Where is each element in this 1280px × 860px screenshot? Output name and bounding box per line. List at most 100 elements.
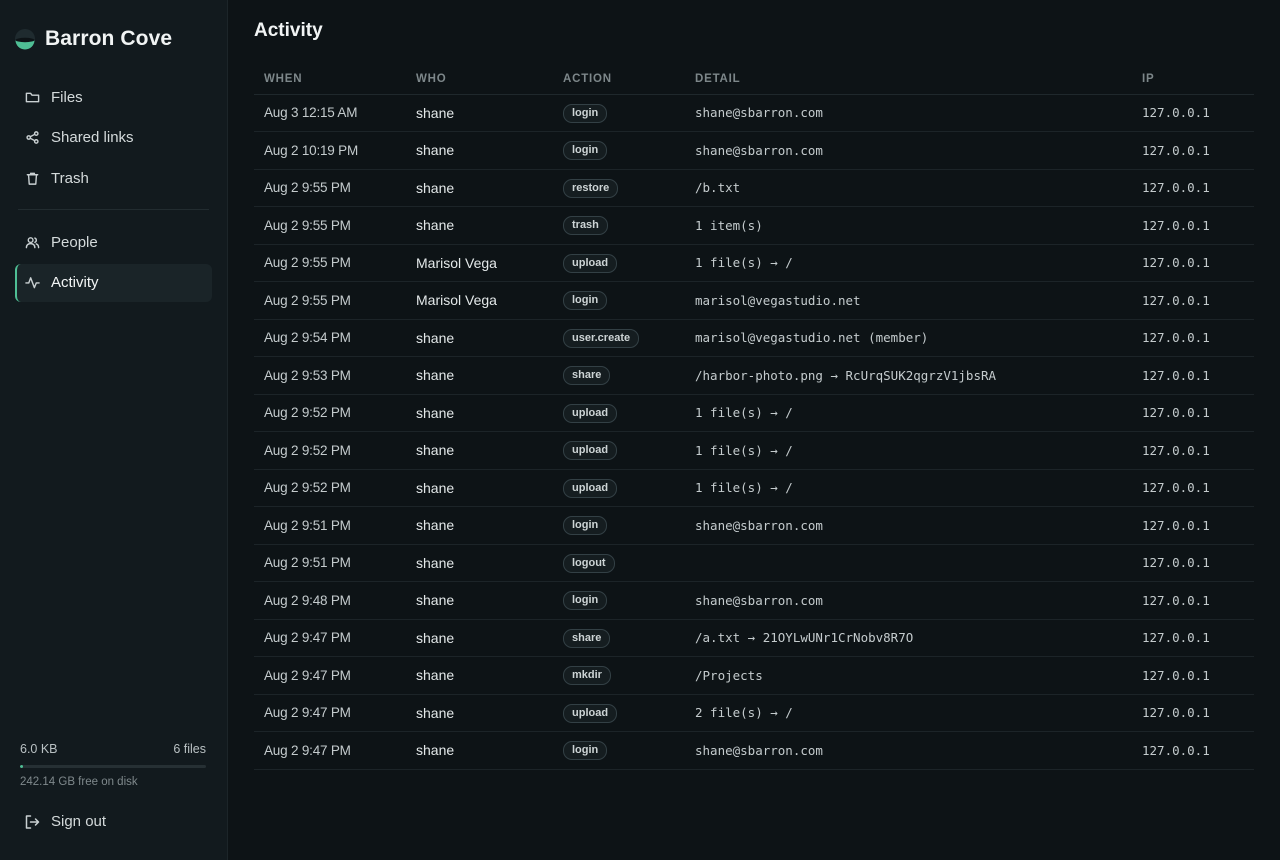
- cell-ip: 127.0.0.1: [1132, 694, 1254, 732]
- storage-summary: 6.0 KB 6 files 242.14 GB free on disk: [20, 742, 206, 788]
- column-header-when[interactable]: WHEN: [254, 64, 406, 95]
- sidebar-item-people[interactable]: People: [15, 223, 212, 261]
- cell-when: Aug 2 9:55 PM: [254, 281, 406, 320]
- cell-detail: shane@sbarron.com: [685, 581, 1132, 620]
- table-row[interactable]: Aug 2 9:52 PM shane upload 1 file(s) → /127…: [254, 431, 1254, 470]
- cell-ip: 127.0.0.1: [1132, 731, 1254, 770]
- cell-when: Aug 2 9:52 PM: [254, 469, 406, 507]
- cell-when: Aug 2 9:55 PM: [254, 206, 406, 245]
- column-header-action[interactable]: ACTION: [553, 64, 685, 95]
- action-badge: login: [563, 591, 608, 611]
- table-row[interactable]: Aug 2 9:55 PM shane restore/b.txt 127.0.0.1: [254, 169, 1254, 207]
- cell-action: login: [553, 281, 685, 320]
- cell-action: upload: [553, 394, 685, 432]
- cell-when: Aug 2 9:47 PM: [254, 694, 406, 732]
- action-badge: login: [563, 141, 608, 161]
- sign-out-button[interactable]: Sign out: [24, 813, 106, 830]
- sidebar-item-shared-links[interactable]: Shared links: [15, 119, 212, 157]
- sidebar-nav: Files Shared links Trash People Activity: [0, 78, 227, 304]
- brand[interactable]: Barron Cove: [0, 0, 227, 78]
- storage-bar-fill: [20, 765, 23, 768]
- cell-who: shane: [406, 206, 553, 245]
- table-row[interactable]: Aug 2 9:47 PM shane login shane@sbarron.com…: [254, 731, 1254, 770]
- cell-who: shane: [406, 619, 553, 657]
- sidebar-item-trash[interactable]: Trash: [15, 159, 212, 197]
- table-row[interactable]: Aug 2 10:19 PM shane login shane@sbarron.co…: [254, 131, 1254, 170]
- table-header-row: WHEN WHO ACTION DETAIL IP: [254, 64, 1254, 95]
- folder-icon: [24, 89, 40, 105]
- nav-divider: [18, 209, 209, 210]
- table-row[interactable]: Aug 2 9:48 PM shane login shane@sbarron.com…: [254, 581, 1254, 620]
- cell-detail: /b.txt: [685, 169, 1132, 207]
- cell-when: Aug 2 9:47 PM: [254, 656, 406, 695]
- table-row[interactable]: Aug 2 9:52 PM shane upload 1 file(s) → /127…: [254, 394, 1254, 432]
- table-row[interactable]: Aug 2 9:55 PM shane trash 1 item(s) 127.0.0.…: [254, 206, 1254, 245]
- sidebar-item-activity[interactable]: Activity: [15, 263, 212, 302]
- cell-detail: /Projects: [685, 656, 1132, 695]
- cell-who: shane: [406, 694, 553, 732]
- logo-icon: [15, 29, 35, 50]
- table-row[interactable]: Aug 2 9:51 PM shane logout 127.0.0.1: [254, 544, 1254, 582]
- cell-detail: shane@sbarron.com: [685, 731, 1132, 770]
- table-row[interactable]: Aug 3 12:15 AM shane login shane@sbarron.co…: [254, 94, 1254, 132]
- activity-table: WHEN WHO ACTION DETAIL IP Aug 3 12:15 AM…: [254, 64, 1254, 770]
- sign-out-label: Sign out: [51, 813, 107, 830]
- cell-when: Aug 2 9:54 PM: [254, 319, 406, 357]
- table-row[interactable]: Aug 2 9:47 PM shane upload 2 file(s) → /127…: [254, 694, 1254, 732]
- cell-action: upload: [553, 244, 685, 282]
- table-row[interactable]: Aug 2 9:51 PM shane login shane@sbarron.com…: [254, 506, 1254, 545]
- cell-action: login: [553, 94, 685, 132]
- action-badge: trash: [563, 216, 608, 236]
- storage-free: 242.14 GB free on disk: [20, 776, 138, 788]
- cell-when: Aug 2 9:53 PM: [254, 356, 406, 395]
- table-row[interactable]: Aug 2 9:55 PM Marisol Vega login marisol@ve…: [254, 281, 1254, 320]
- table-row[interactable]: Aug 2 9:55 PM Marisol Vega upload 1 file(s)…: [254, 244, 1254, 282]
- cell-action: upload: [553, 431, 685, 470]
- sidebar: Barron Cove Files Shared links Trash Peo…: [0, 0, 228, 860]
- cell-detail: /harbor-photo.png → RcUrqSUK2qgrzV1jbsRA: [685, 356, 1132, 395]
- cell-detail: /a.txt → 21OYLwUNr1CrNobv8R7O: [685, 619, 1132, 657]
- sidebar-item-files[interactable]: Files: [15, 78, 212, 116]
- table-row[interactable]: Aug 2 9:54 PM shane user.create marisol@veg…: [254, 319, 1254, 357]
- column-header-who[interactable]: WHO: [406, 64, 553, 95]
- cell-when: Aug 2 9:52 PM: [254, 394, 406, 432]
- table-row[interactable]: Aug 2 9:47 PM shane mkdir/Projects 127.0.0.…: [254, 656, 1254, 695]
- main-content: Activity WHEN WHO ACTION DETAIL IP Aug 3…: [228, 0, 1280, 860]
- table-row[interactable]: Aug 2 9:53 PM shane share/harbor-photo.png…: [254, 356, 1254, 395]
- action-badge: upload: [563, 441, 618, 461]
- cell-who: shane: [406, 169, 553, 207]
- action-badge: upload: [563, 403, 618, 423]
- cell-ip: 127.0.0.1: [1132, 94, 1254, 132]
- share-icon: [24, 130, 40, 146]
- table-row[interactable]: Aug 2 9:47 PM shane share/a.txt → 21OYLwUN…: [254, 619, 1254, 657]
- cell-detail: shane@sbarron.com: [685, 131, 1132, 170]
- cell-when: Aug 2 9:47 PM: [254, 619, 406, 657]
- cell-when: Aug 2 9:47 PM: [254, 731, 406, 770]
- action-badge: restore: [563, 178, 619, 198]
- cell-ip: 127.0.0.1: [1132, 244, 1254, 282]
- cell-when: Aug 2 10:19 PM: [254, 131, 406, 170]
- cell-detail: marisol@vegastudio.net: [685, 281, 1132, 320]
- cell-detail: 2 file(s) → /: [685, 694, 1132, 732]
- column-header-ip[interactable]: IP: [1132, 64, 1254, 95]
- cell-ip: 127.0.0.1: [1132, 619, 1254, 657]
- action-badge: mkdir: [563, 666, 611, 686]
- storage-bar: [20, 765, 206, 768]
- cell-action: logout: [553, 544, 685, 582]
- table-row[interactable]: Aug 2 9:52 PM shane upload 1 file(s) → /127…: [254, 469, 1254, 507]
- cell-who: Marisol Vega: [406, 281, 553, 320]
- cell-who: shane: [406, 581, 553, 620]
- cell-ip: 127.0.0.1: [1132, 131, 1254, 170]
- cell-action: share: [553, 619, 685, 657]
- cell-who: shane: [406, 319, 553, 357]
- cell-detail: 1 file(s) → /: [685, 244, 1132, 282]
- cell-ip: 127.0.0.1: [1132, 656, 1254, 695]
- people-icon: [24, 234, 40, 250]
- cell-action: upload: [553, 694, 685, 732]
- page-title: Activity: [254, 20, 323, 41]
- cell-ip: 127.0.0.1: [1132, 319, 1254, 357]
- column-header-detail[interactable]: DETAIL: [685, 64, 1132, 95]
- cell-who: shane: [406, 731, 553, 770]
- cell-ip: 127.0.0.1: [1132, 506, 1254, 545]
- cell-when: Aug 2 9:51 PM: [254, 506, 406, 545]
